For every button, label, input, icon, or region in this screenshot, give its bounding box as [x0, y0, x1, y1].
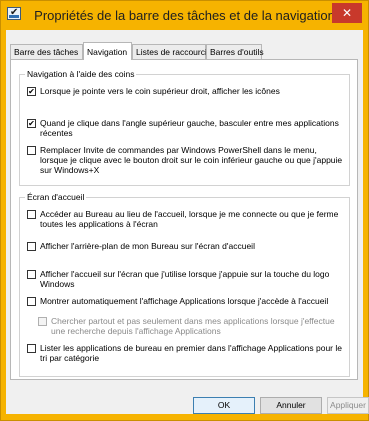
desktop-apps-first-checkbox[interactable] — [27, 344, 36, 353]
desktop-background-label: Afficher l'arrière-plan de mon Bureau su… — [40, 241, 255, 251]
desktop-background-checkbox[interactable] — [27, 242, 36, 251]
apps-view-label: Montrer automatiquement l'affichage Appl… — [40, 296, 329, 306]
tab-taskbar[interactable]: Barre des tâches — [10, 44, 83, 59]
navigation-panel: Navigation à l'aide des coins ✔ Lorsque … — [10, 59, 358, 380]
apps-view-checkbox[interactable] — [27, 297, 36, 306]
search-everywhere-label: Chercher partout et pas seulement dans m… — [51, 316, 335, 336]
start-on-active-screen-checkbox[interactable] — [27, 270, 36, 279]
start-option-boot-to-desktop[interactable]: Accéder au Bureau au lieu de l'accueil, … — [27, 209, 343, 229]
corners-group: Navigation à l'aide des coins ✔ Lorsque … — [19, 69, 350, 186]
window-title: Propriétés de la barre des tâches et de … — [34, 8, 335, 23]
close-button[interactable]: ✕ — [332, 3, 362, 23]
title-bar[interactable]: ✔ Propriétés de la barre des tâches et d… — [1, 1, 368, 30]
cancel-button[interactable]: Annuler — [260, 397, 322, 414]
search-everywhere-checkbox — [38, 317, 47, 326]
start-option-apps-view[interactable]: Montrer automatiquement l'affichage Appl… — [27, 296, 343, 306]
desktop-apps-first-label: Lister les applications de bureau en pre… — [40, 343, 342, 363]
tab-toolbars[interactable]: Barres d'outils — [206, 44, 264, 59]
corner-option-powershell[interactable]: Remplacer Invite de commandes par Window… — [27, 145, 343, 175]
charms-label: Lorsque je pointe vers le coin supérieur… — [40, 86, 280, 96]
powershell-checkbox[interactable] — [27, 146, 36, 155]
powershell-label: Remplacer Invite de commandes par Window… — [40, 145, 343, 175]
boot-to-desktop-label: Accéder au Bureau au lieu de l'accueil, … — [40, 209, 339, 229]
dialog-window: ✔ Propriétés de la barre des tâches et d… — [0, 0, 369, 421]
start-screen-group-label: Écran d'accueil — [25, 192, 87, 202]
start-option-desktop-apps-first[interactable]: Lister les applications de bureau en pre… — [27, 343, 343, 363]
start-option-desktop-background[interactable]: Afficher l'arrière-plan de mon Bureau su… — [27, 241, 343, 251]
start-option-start-on-active-screen[interactable]: Afficher l'accueil sur l'écran que j'uti… — [27, 269, 343, 289]
corners-group-label: Navigation à l'aide des coins — [25, 69, 137, 79]
recent-apps-label: Quand je clique dans l'angle supérieur g… — [40, 118, 339, 138]
apply-button: Appliquer — [327, 397, 369, 414]
charms-checkbox[interactable]: ✔ — [27, 87, 36, 96]
tab-navigation[interactable]: Navigation — [83, 42, 132, 60]
corner-option-recent-apps[interactable]: ✔ Quand je clique dans l'angle supérieur… — [27, 118, 343, 138]
recent-apps-checkbox[interactable]: ✔ — [27, 119, 36, 128]
start-on-active-screen-label: Afficher l'accueil sur l'écran que j'uti… — [40, 269, 330, 289]
start-screen-group: Écran d'accueil Accéder au Bureau au lie… — [19, 192, 350, 377]
corner-option-charms[interactable]: ✔ Lorsque je pointe vers le coin supérie… — [27, 86, 343, 96]
ok-button[interactable]: OK — [193, 397, 255, 414]
tab-jump-lists[interactable]: Listes de raccourcis — [132, 44, 211, 59]
boot-to-desktop-checkbox[interactable] — [27, 210, 36, 219]
dialog-client-area: Barre des tâches Navigation Listes de ra… — [6, 30, 369, 414]
start-option-search-everywhere: Chercher partout et pas seulement dans m… — [38, 316, 343, 336]
